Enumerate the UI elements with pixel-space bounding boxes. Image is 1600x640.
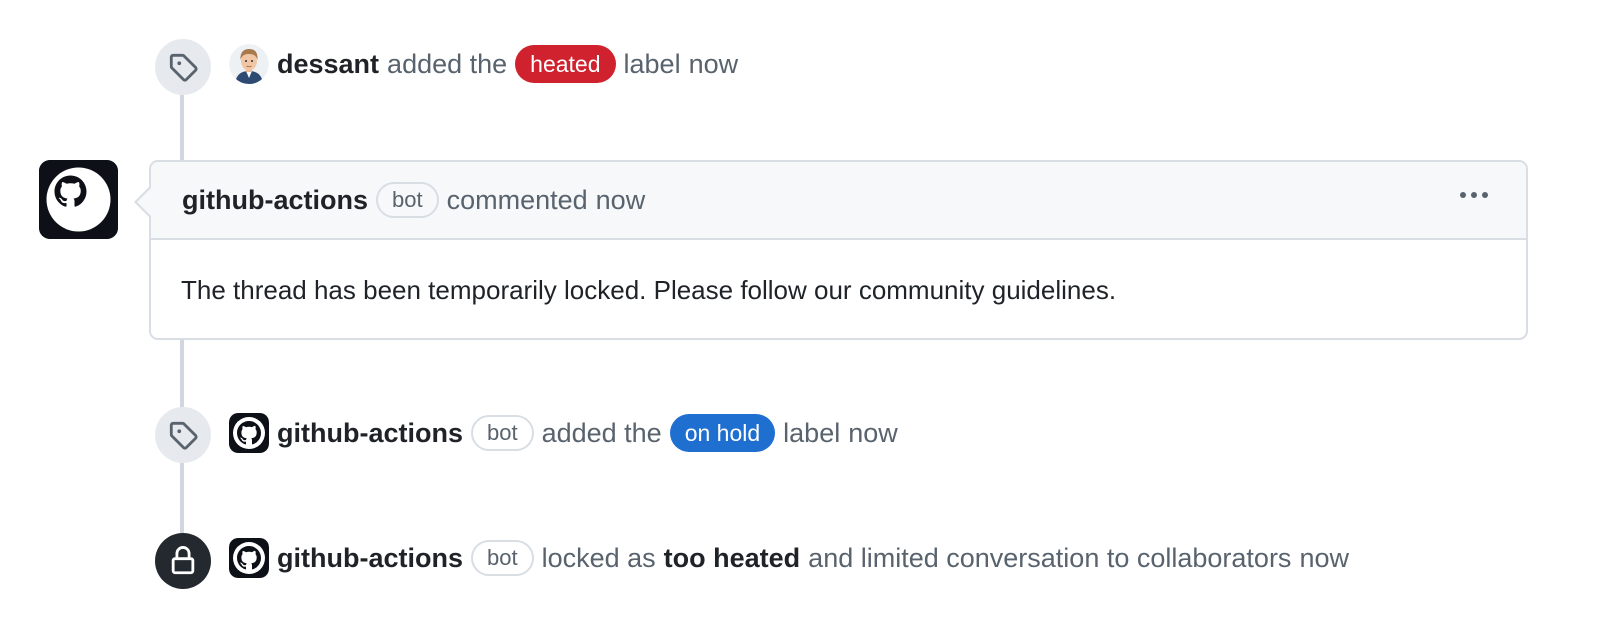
comment-author-link[interactable]: github-actions <box>182 185 368 216</box>
timeline-line <box>180 340 184 408</box>
timeline-line <box>180 94 184 160</box>
actor-link[interactable]: dessant <box>277 49 379 80</box>
timeline-line <box>180 462 184 534</box>
comment-header: github-actions bot commented now <box>151 162 1526 240</box>
kebab-horizontal-icon[interactable] <box>1460 192 1488 198</box>
actor-link[interactable]: github-actions <box>277 418 463 449</box>
event-text: label <box>783 417 841 448</box>
github-mark-icon[interactable] <box>39 160 118 239</box>
lock-icon <box>171 546 195 575</box>
tag-icon <box>169 421 198 450</box>
event-label-heated: dessant added the heated label now <box>229 44 738 84</box>
bot-badge: bot <box>470 415 534 451</box>
actor-link[interactable]: github-actions <box>277 543 463 574</box>
timestamp[interactable]: now <box>596 185 646 216</box>
tag-badge <box>155 39 211 95</box>
comment-caret <box>137 188 151 216</box>
event-text: added the <box>541 417 662 448</box>
label-on-hold[interactable]: on hold <box>669 414 776 452</box>
timestamp[interactable]: now <box>848 418 898 449</box>
event-text: added the <box>387 48 508 79</box>
tag-icon <box>169 53 198 82</box>
bot-badge: bot <box>470 540 534 576</box>
avatar[interactable] <box>229 44 269 84</box>
lock-reason: too heated <box>663 542 801 573</box>
comment-card: github-actions bot commented now The thr… <box>134 160 1528 340</box>
event-label-on-hold: github-actions bot added the on hold lab… <box>229 413 898 453</box>
lock-badge <box>155 533 211 589</box>
timestamp[interactable]: now <box>689 49 739 80</box>
label-heated[interactable]: heated <box>515 45 616 83</box>
comment-body-text: The thread has been temporarily locked. … <box>181 274 1117 305</box>
event-text: label <box>623 48 681 79</box>
event-locked: github-actions bot locked as too heated … <box>229 538 1349 578</box>
comment-action-text: commented <box>446 184 588 215</box>
github-mark-icon[interactable] <box>229 538 269 578</box>
github-mark-icon[interactable] <box>229 413 269 453</box>
comment-body: The thread has been temporarily locked. … <box>151 240 1526 340</box>
tag-badge <box>155 407 211 463</box>
event-text: locked as <box>541 542 656 573</box>
timestamp[interactable]: now <box>1299 543 1349 574</box>
bot-badge: bot <box>375 182 439 218</box>
event-text: and limited conversation to collaborator… <box>808 542 1292 573</box>
